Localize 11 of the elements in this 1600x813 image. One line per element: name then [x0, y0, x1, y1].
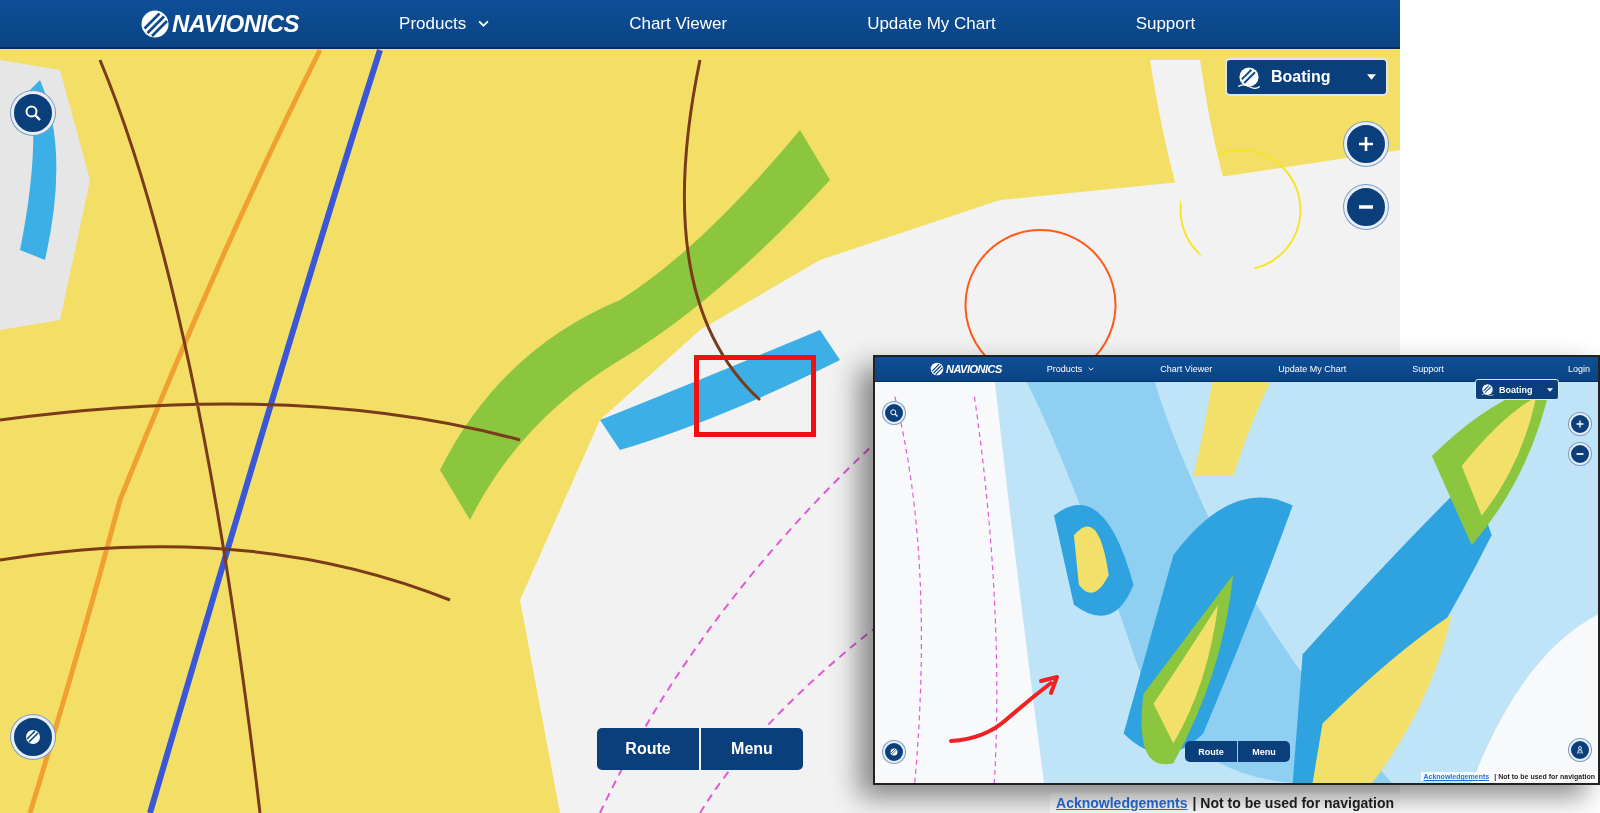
zoom-out-button[interactable] [1569, 443, 1591, 465]
login-link[interactable]: Login [1567, 364, 1590, 374]
profile-button[interactable] [1569, 739, 1591, 761]
nav-link[interactable]: Support [1412, 364, 1444, 374]
person-icon [1575, 745, 1585, 755]
caret-icon [1547, 387, 1553, 392]
logo-icon [1481, 383, 1494, 396]
minus-icon [1575, 453, 1585, 455]
plus-icon [1575, 419, 1585, 429]
zoom-in-button[interactable] [1569, 413, 1591, 435]
mode-dropdown[interactable]: Boating [1475, 379, 1559, 400]
